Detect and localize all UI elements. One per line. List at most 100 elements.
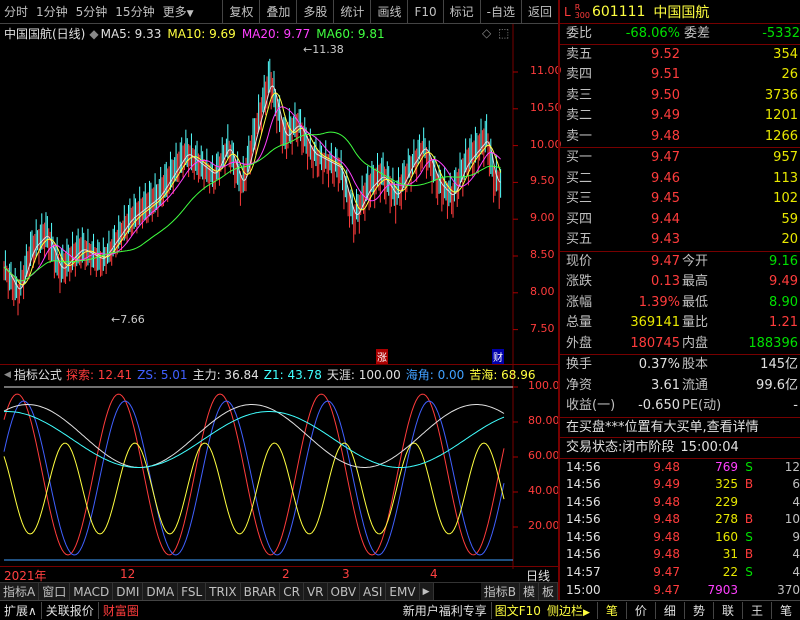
- sell-row: 卖一 9.48 1266: [560, 127, 800, 148]
- tab-obv[interactable]: OBV: [327, 582, 361, 601]
- tab-board[interactable]: 板: [538, 582, 558, 601]
- fullscreen-icon[interactable]: ⬚: [498, 26, 509, 40]
- r-tag[interactable]: R 300: [575, 3, 590, 20]
- stats-button[interactable]: 统计: [333, 0, 370, 24]
- ma60-label: MA60: 9.81: [316, 26, 385, 41]
- diamond-icon[interactable]: ◇: [482, 26, 491, 40]
- stat-value: -: [793, 398, 798, 413]
- indicator-value-0: 探索: 12.41: [65, 368, 133, 382]
- stock-code: 601111: [591, 3, 646, 20]
- indicator-legend: ◀ 指标公式 探索: 12.41 ZS: 5.01 主力: 36.84 Z1: 43.…: [4, 366, 541, 383]
- tab-cr[interactable]: CR: [280, 582, 304, 601]
- stat-label: 涨跌: [566, 274, 593, 289]
- indicator-value-5: 海角: 0.00: [405, 368, 465, 382]
- period-toolbar: 分时 1分钟 5分钟 15分钟 更多▼ 复权 叠加 多股 统计 画线 F10 标…: [0, 0, 558, 24]
- indicator-chart[interactable]: ◀ 指标公式 探索: 12.41 ZS: 5.01 主力: 36.84 Z1: 43.…: [0, 364, 560, 569]
- sell-level-label: 卖二: [566, 108, 593, 123]
- tab-indicator-b[interactable]: 指标B: [480, 582, 520, 601]
- tick-list[interactable]: 14:56 9.48 769 S 12 14:56 9.49 325 B 6 14:56 9.48 22…: [560, 457, 800, 600]
- tab-indicator-a[interactable]: 指标A: [0, 582, 40, 601]
- time-label-dec: 12: [120, 567, 136, 581]
- watchlist-remove-button[interactable]: -自选: [479, 0, 521, 24]
- bottom-bar: 扩展∧ 关联报价 财富圈 新用户福利专享 图文F10 侧边栏▶ 笔 价 细 势 …: [0, 600, 800, 620]
- tick-price: 9.49: [653, 477, 680, 492]
- kline-chart[interactable]: 中国国航(日线) ◆ MA5: 9.33 MA10: 9.69 MA20: 9.…: [0, 24, 562, 364]
- detail-icon[interactable]: 细: [654, 602, 684, 619]
- king-icon[interactable]: 王: [741, 602, 771, 619]
- tick-flag: [738, 494, 760, 512]
- tab-more[interactable]: 更多▼: [159, 3, 198, 20]
- back-button[interactable]: 返回: [520, 0, 558, 24]
- new-user-benefit-link[interactable]: 新用户福利专享: [399, 602, 491, 619]
- sidebar-button[interactable]: 侧边栏▶: [544, 602, 593, 619]
- draw-line-button[interactable]: 画线: [370, 0, 407, 24]
- tick-time: 14:56: [566, 547, 601, 562]
- tick-row: 14:56 9.48 160 S 9: [560, 529, 800, 547]
- tick-flag: B: [744, 512, 754, 527]
- tab-5min[interactable]: 5分钟: [72, 3, 112, 20]
- quick-trade-icon[interactable]: 笔: [596, 602, 626, 619]
- settings-diamond-icon[interactable]: ◆: [89, 27, 98, 41]
- indicator-value-6: 苦海: 68.96: [469, 368, 536, 382]
- tick-count: 6: [792, 477, 800, 492]
- stat-label: 今开: [682, 253, 709, 269]
- buy-level-label: 买二: [566, 170, 593, 186]
- overlay-button[interactable]: 叠加: [259, 0, 296, 24]
- stat-value: 99.6亿: [756, 377, 798, 393]
- tab-brar[interactable]: BRAR: [240, 582, 281, 601]
- buy-level-label: 买三: [566, 191, 593, 206]
- tab-fenshi[interactable]: 分时: [0, 3, 32, 20]
- big-order-notice[interactable]: 在买盘***位置有大买单,查看详情: [560, 416, 800, 438]
- note-icon[interactable]: 笔: [770, 602, 800, 619]
- stat-label: 外盘: [566, 335, 593, 351]
- indicator-menu-icon[interactable]: ◀: [4, 370, 11, 380]
- tab-dma[interactable]: DMA: [143, 582, 179, 601]
- sell-volume: 3736: [764, 87, 798, 103]
- expand-button[interactable]: 扩展∧: [0, 602, 41, 619]
- cai-badge[interactable]: 财: [492, 349, 504, 364]
- indicator-value-2: 主力: 36.84: [192, 368, 259, 382]
- related-quote-button[interactable]: 关联报价: [40, 602, 98, 619]
- tick-flag: B: [744, 547, 754, 562]
- multi-stock-button[interactable]: 多股: [296, 0, 333, 24]
- stat-value: 1.21: [769, 315, 798, 330]
- link-icon[interactable]: 联: [712, 602, 742, 619]
- sidebar-arrow-icon: ▶: [582, 608, 590, 618]
- tick-price: 9.47: [653, 582, 680, 597]
- tab-macd[interactable]: MACD: [70, 582, 114, 601]
- stat-value: 3.61: [651, 377, 680, 393]
- tick-volume: 278: [715, 512, 738, 527]
- tab-template[interactable]: 模: [519, 582, 539, 601]
- tab-asi[interactable]: ASI: [360, 582, 387, 601]
- tab-15min[interactable]: 15分钟: [111, 3, 158, 20]
- fuquan-button[interactable]: 复权: [222, 0, 259, 24]
- trend-icon[interactable]: 势: [683, 602, 713, 619]
- sell-price: 9.52: [651, 46, 680, 62]
- tab-window[interactable]: 窗口: [39, 582, 71, 601]
- tick-row: 14:56 9.48 229 4: [560, 494, 800, 512]
- zhang-badge[interactable]: 涨: [376, 349, 388, 364]
- l-tag[interactable]: L: [564, 5, 571, 19]
- tab-trix[interactable]: TRIX: [206, 582, 241, 601]
- f10-button[interactable]: F10: [407, 0, 442, 24]
- sell-row: 卖五 9.52 354: [560, 45, 800, 66]
- tab-emv[interactable]: EMV: [386, 582, 420, 601]
- time-label-feb: 2: [282, 567, 290, 581]
- tab-fsl[interactable]: FSL: [178, 582, 207, 601]
- mark-button[interactable]: 标记: [442, 0, 480, 24]
- ma5-label: MA5: 9.33: [100, 26, 162, 41]
- buy-level-label: 买五: [566, 232, 593, 247]
- indicator-name[interactable]: 指标公式: [14, 366, 62, 383]
- tab-1min[interactable]: 1分钟: [32, 3, 72, 20]
- wealth-circle-button[interactable]: 财富圈: [97, 602, 143, 619]
- weicha-label: 委差: [684, 26, 711, 41]
- tabs-scroll-arrow-icon[interactable]: ▶: [419, 582, 434, 601]
- tick-volume: 31: [722, 547, 738, 562]
- tab-dmi[interactable]: DMI: [113, 582, 144, 601]
- tick-time: 14:57: [566, 565, 601, 580]
- tab-vr[interactable]: VR: [303, 582, 328, 601]
- ma20-label: MA20: 9.77: [241, 26, 311, 41]
- f10-text-button[interactable]: 图文F10: [490, 602, 544, 619]
- price-icon[interactable]: 价: [625, 602, 655, 619]
- stat-value: 0.37%: [638, 357, 680, 372]
